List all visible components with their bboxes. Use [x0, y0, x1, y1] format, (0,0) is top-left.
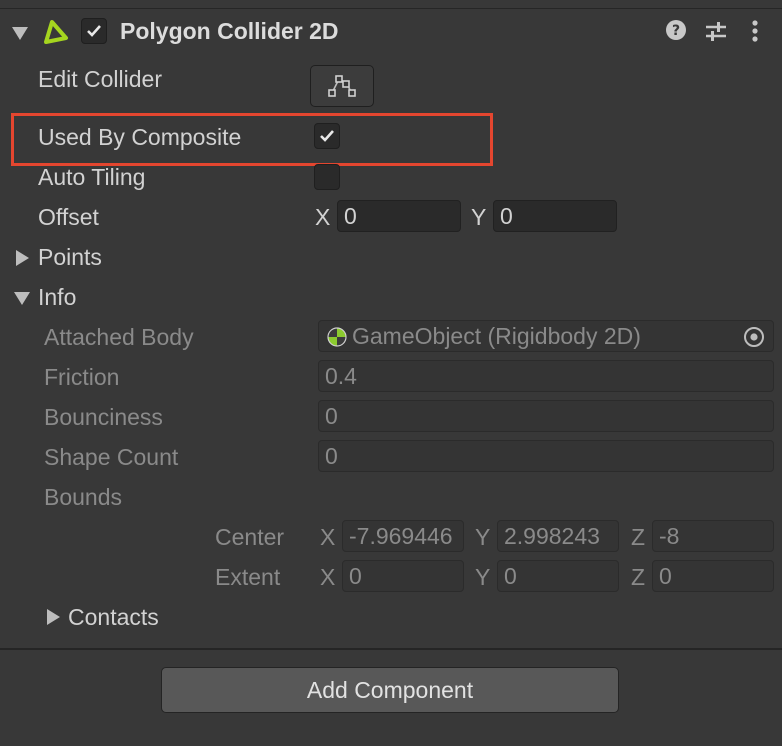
bounciness-field: 0 [318, 400, 774, 432]
rigidbody-object-icon [327, 327, 347, 347]
highlight-box [11, 113, 493, 166]
object-picker-icon[interactable] [743, 326, 765, 348]
info-foldout-label[interactable]: Info [38, 282, 76, 312]
points-foldout-label[interactable]: Points [38, 242, 102, 272]
center-x-field: -7.969446 [342, 520, 464, 552]
add-component-button[interactable]: Add Component [161, 667, 619, 713]
preset-sliders-icon[interactable] [704, 19, 728, 43]
offset-y-input[interactable]: 0 [493, 200, 617, 232]
component-title: Polygon Collider 2D [120, 18, 339, 44]
center-z-field: -8 [652, 520, 774, 552]
top-separator [0, 8, 782, 9]
center-x-label: X [320, 524, 336, 550]
component-enabled-checkbox[interactable] [81, 18, 107, 44]
auto-tiling-checkbox[interactable] [314, 164, 340, 190]
center-label: Center [215, 524, 285, 550]
offset-x-input[interactable]: 0 [337, 200, 461, 232]
attached-body-value: GameObject (Rigidbody 2D) [352, 323, 641, 349]
edit-collider-label: Edit Collider [38, 66, 162, 92]
bounds-label: Bounds [44, 484, 123, 510]
center-y-field: 2.998243 [497, 520, 619, 552]
extent-z-label: Z [631, 564, 646, 590]
info-foldout-arrow-icon[interactable] [14, 292, 30, 305]
center-y-label: Y [475, 524, 491, 550]
offset-label: Offset [38, 204, 99, 230]
svg-text:?: ? [672, 23, 680, 39]
extent-label: Extent [215, 564, 281, 590]
polygon-collider-icon [44, 20, 68, 44]
attached-body-label: Attached Body [44, 324, 194, 350]
foldout-arrow-icon[interactable] [12, 27, 28, 40]
auto-tiling-label: Auto Tiling [38, 164, 146, 190]
attached-body-field: GameObject (Rigidbody 2D) [318, 320, 774, 352]
friction-field: 0.4 [318, 360, 774, 392]
extent-x-field: 0 [342, 560, 464, 592]
extent-y-field: 0 [497, 560, 619, 592]
edit-collider-button[interactable] [310, 65, 374, 107]
help-icon[interactable]: ? [665, 19, 687, 41]
extent-x-label: X [320, 564, 336, 590]
contacts-foldout-label[interactable]: Contacts [68, 602, 159, 632]
contacts-foldout-arrow-icon[interactable] [47, 609, 60, 625]
bottom-separator [0, 648, 782, 650]
edit-shape-icon [328, 75, 356, 97]
extent-z-field: 0 [652, 560, 774, 592]
offset-x-label: X [315, 204, 331, 230]
extent-y-label: Y [475, 564, 491, 590]
shape-count-label: Shape Count [44, 444, 179, 470]
shape-count-field: 0 [318, 440, 774, 472]
friction-label: Friction [44, 364, 120, 390]
offset-y-label: Y [471, 204, 487, 230]
center-z-label: Z [631, 524, 646, 550]
add-component-label: Add Component [306, 677, 474, 703]
kebab-menu-icon[interactable] [750, 19, 760, 43]
component-header[interactable]: Polygon Collider 2D ? [0, 10, 782, 54]
bounciness-label: Bounciness [44, 404, 163, 430]
points-foldout-arrow-icon[interactable] [16, 250, 29, 266]
